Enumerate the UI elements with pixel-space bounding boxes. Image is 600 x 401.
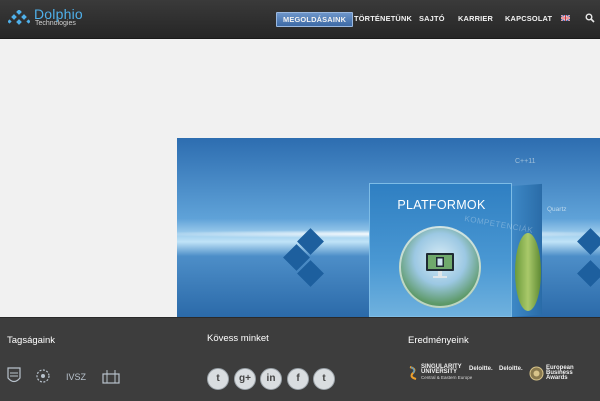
nav-item-tortenetunk[interactable]: TÖRTÉNETÜNK xyxy=(354,12,412,25)
search-icon[interactable] xyxy=(585,13,595,23)
nav-item-megoldasaink[interactable]: MEGOLDÁSAINK xyxy=(276,12,354,27)
site-footer: Tagságaink IVSZ Kövess minket t g+ in f … xyxy=(0,317,600,401)
nav-item-sajto[interactable]: SAJTÓ xyxy=(419,12,445,25)
membership-logos: IVSZ xyxy=(7,366,147,386)
deloitte-award-2[interactable]: Deloitte. xyxy=(499,366,523,372)
nav-item-kapcsolat[interactable]: KAPCSOLAT xyxy=(505,12,552,25)
eba-seal-icon xyxy=(529,366,544,381)
follow-heading: Kövess minket xyxy=(207,333,269,344)
building-logo-icon[interactable] xyxy=(101,366,121,386)
monitor-orb-image xyxy=(399,226,481,308)
european-business-award[interactable]: European Business Awards xyxy=(546,365,574,381)
google-plus-icon[interactable]: g+ xyxy=(234,368,256,390)
uk-flag-icon[interactable] xyxy=(561,15,570,21)
singularity-award[interactable]: SINGULARITY UNIVERSITY Central & Eastern… xyxy=(421,364,473,380)
leaf-image xyxy=(515,233,541,311)
platform-title: PLATFORMOK xyxy=(397,198,486,212)
twitter-icon[interactable]: t xyxy=(313,368,335,390)
dotted-circle-logo-icon[interactable] xyxy=(35,366,51,386)
award-line: Deloitte. xyxy=(499,366,523,372)
ivsz-logo-icon[interactable]: IVSZ xyxy=(65,366,87,386)
diamond-shape xyxy=(577,260,600,287)
cpp-label: C++11 xyxy=(515,158,536,165)
memberships-heading: Tagságaink xyxy=(7,335,56,346)
quartz-label: Quartz xyxy=(547,206,567,213)
monitor-icon xyxy=(426,253,454,278)
deloitte-award-1[interactable]: Deloitte. xyxy=(469,366,493,372)
award-line: Deloitte. xyxy=(469,366,493,372)
svg-text:IVSZ: IVSZ xyxy=(66,372,87,382)
linkedin-icon[interactable]: in xyxy=(260,368,282,390)
award-line: Awards xyxy=(546,375,568,381)
diamond-shape xyxy=(577,228,600,255)
achievements-heading: Eredményeink xyxy=(408,335,469,346)
platform-cube[interactable]: PLATFORMOK xyxy=(369,183,512,317)
nav-item-karrier[interactable]: KARRIER xyxy=(458,12,493,25)
singularity-logo-icon xyxy=(409,366,417,380)
site-header: Dolphio Technologies MEGOLDÁSAINK TÖRTÉN… xyxy=(0,0,600,39)
hero-banner: C++11 PLATFORMOK Quartz KOMPETENCIÁK xyxy=(177,138,600,317)
facebook-icon[interactable]: f xyxy=(287,368,309,390)
tumblr-icon[interactable]: t xyxy=(207,368,229,390)
main-nav: MEGOLDÁSAINK TÖRTÉNETÜNK SAJTÓ KARRIER K… xyxy=(0,12,600,27)
diamond-logo-icon xyxy=(283,228,335,290)
award-line: Central & Eastern Europe xyxy=(421,375,473,380)
shield-logo-icon[interactable] xyxy=(7,366,21,386)
diamond-logo-icon-right xyxy=(577,228,600,290)
